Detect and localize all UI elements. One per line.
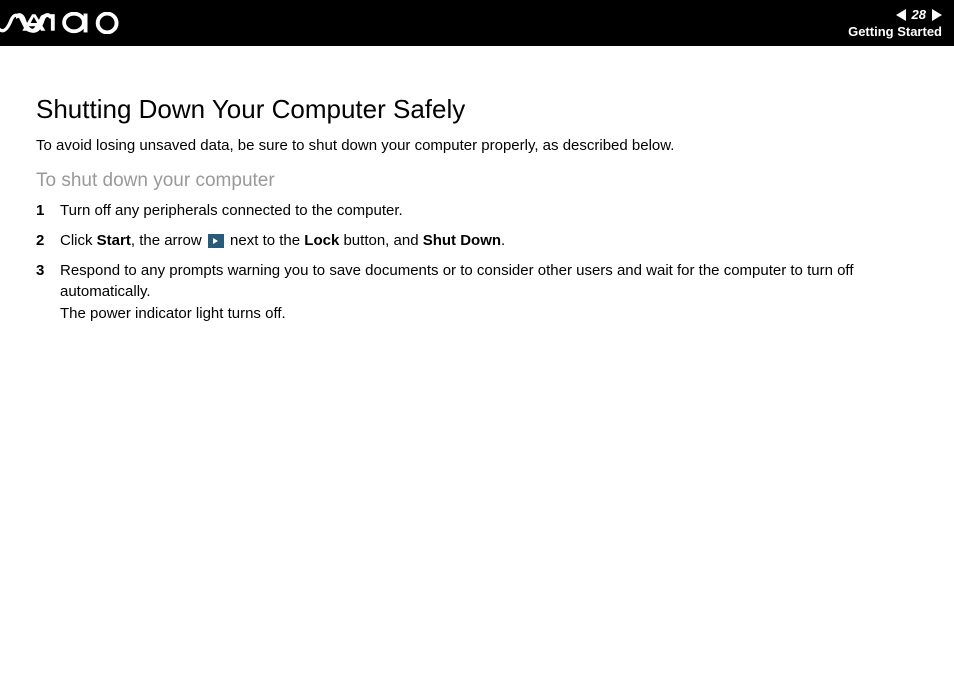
page-number: 28 bbox=[912, 7, 926, 22]
step-text: Click Start, the arrow next to the Lock … bbox=[60, 230, 918, 252]
step-2: 2 Click Start, the arrow next to the Loc… bbox=[36, 230, 918, 252]
intro-text: To avoid losing unsaved data, be sure to… bbox=[36, 135, 918, 156]
steps-list: 1 Turn off any peripherals connected to … bbox=[36, 200, 918, 325]
next-page-arrow-icon[interactable] bbox=[932, 9, 942, 21]
step-text: Respond to any prompts warning you to sa… bbox=[60, 260, 918, 325]
step-number: 1 bbox=[36, 200, 60, 222]
vaio-logo bbox=[16, 0, 96, 46]
step-number: 3 bbox=[36, 260, 60, 325]
step-number: 2 bbox=[36, 230, 60, 252]
header-bar: 28 Getting Started bbox=[0, 0, 954, 46]
step-1: 1 Turn off any peripherals connected to … bbox=[36, 200, 918, 222]
step-3: 3 Respond to any prompts warning you to … bbox=[36, 260, 918, 325]
prev-page-arrow-icon[interactable] bbox=[896, 9, 906, 21]
page-content: Shutting Down Your Computer Safely To av… bbox=[0, 46, 954, 325]
page-navigation: 28 bbox=[896, 7, 942, 22]
page-title: Shutting Down Your Computer Safely bbox=[36, 94, 918, 125]
step-text: Turn off any peripherals connected to th… bbox=[60, 200, 918, 222]
subsection-title: To shut down your computer bbox=[36, 170, 918, 192]
arrow-icon bbox=[208, 234, 224, 248]
header-right: 28 Getting Started bbox=[848, 7, 942, 39]
section-name: Getting Started bbox=[848, 24, 942, 39]
